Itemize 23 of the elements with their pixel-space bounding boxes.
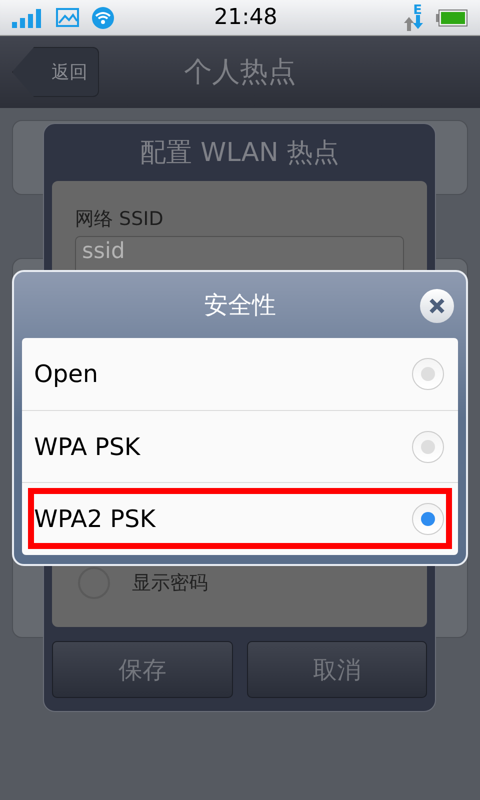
option-row[interactable]: Open — [22, 338, 458, 410]
battery-icon — [436, 8, 468, 26]
radio-button[interactable] — [412, 430, 444, 462]
option-label: WPA2 PSK — [34, 504, 156, 536]
network-type: E — [413, 4, 422, 17]
radio-button[interactable] — [412, 503, 444, 536]
checkbox-label: 显示密码 — [132, 570, 208, 596]
option-label: WPA PSK — [34, 432, 140, 462]
option-row[interactable]: WPA2 PSK — [22, 482, 458, 556]
dialog-title: 配置 WLAN 热点 — [140, 137, 339, 170]
clock-time: 21:48 — [214, 4, 278, 32]
close-icon — [429, 298, 445, 314]
page-title: 个人热点 — [184, 54, 296, 90]
wifi-icon — [92, 6, 114, 28]
back-button[interactable]: 返回 — [12, 47, 99, 97]
image-icon — [56, 6, 80, 28]
data-arrows-icon — [403, 15, 424, 31]
radio-button[interactable] — [412, 358, 444, 390]
close-button[interactable] — [420, 289, 454, 323]
option-row[interactable]: WPA PSK — [22, 410, 458, 482]
field-label: 网络 SSID — [75, 207, 164, 232]
dialog-title: 安全性 — [204, 290, 276, 321]
option-label: Open — [34, 358, 98, 390]
